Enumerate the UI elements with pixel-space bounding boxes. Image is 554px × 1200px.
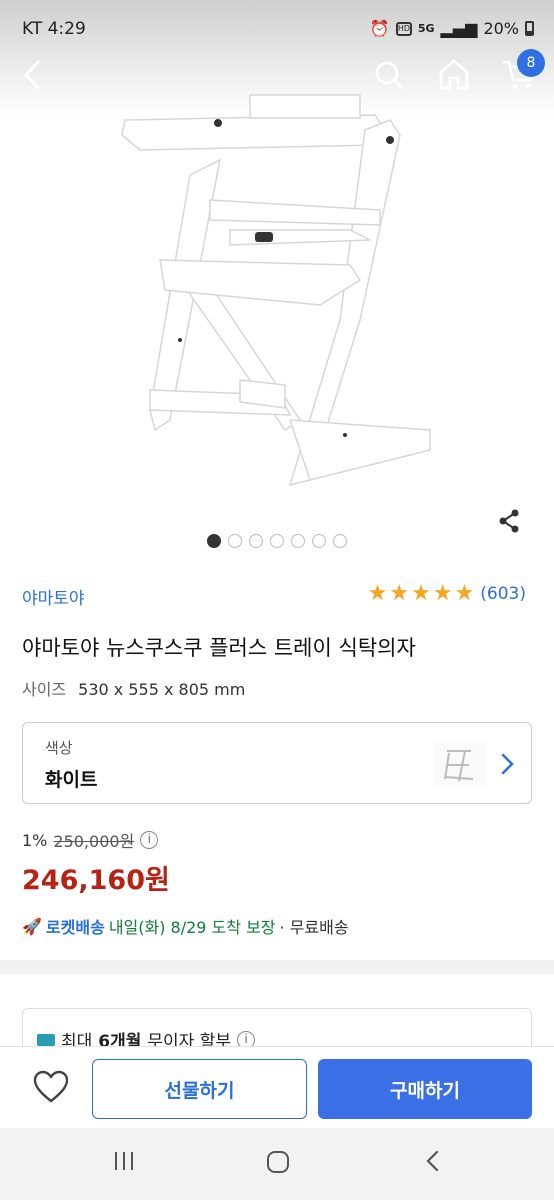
review-count[interactable]: (603) (480, 584, 526, 604)
original-price: 250,000원 (53, 832, 135, 851)
brand-link[interactable]: 야마토야 (22, 584, 85, 609)
status-bar: KT 4:29 ⏰ HD 5G ▂▄▆ 20% (0, 0, 554, 60)
option-value: 화이트 (45, 769, 98, 791)
system-back-icon[interactable] (424, 1148, 442, 1174)
chevron-right-icon (501, 753, 514, 775)
alarm-icon: ⏰ (369, 19, 390, 38)
gallery-dot[interactable] (270, 534, 284, 548)
battery-percent: 20% (483, 19, 519, 38)
high-chair-image (121, 94, 431, 487)
product-title: 야마토야 뉴스쿠스쿠 플러스 트레이 식탁의자 (22, 636, 416, 660)
size-value: 530 x 555 x 805 mm (78, 680, 246, 699)
battery-icon (525, 21, 534, 36)
search-icon[interactable] (372, 58, 406, 92)
discount-rate: 1% (22, 830, 48, 850)
signal-icon: ▂▄▆ (440, 19, 478, 38)
buy-button[interactable]: 구매하기 (318, 1059, 532, 1119)
heart-icon[interactable] (32, 1069, 70, 1105)
gallery-dot[interactable] (312, 534, 326, 548)
gallery-dot[interactable] (333, 534, 347, 548)
home-button-icon[interactable] (266, 1150, 290, 1174)
option-thumbnail (435, 741, 485, 787)
system-navigation-bar (0, 1128, 554, 1200)
product-image-gallery[interactable]: 8 (0, 0, 554, 560)
info-icon[interactable]: i (140, 831, 159, 849)
carrier-time: KT 4:29 (22, 19, 86, 39)
delivery-info: 🚀 로켓배송 내일(화) 8/29 도착 보장 · 무료배송 (22, 914, 349, 938)
star-icon: ★ (389, 581, 410, 606)
discount-row: 1% 250,000원 i (22, 828, 159, 852)
product-size: 사이즈 530 x 555 x 805 mm (22, 676, 245, 700)
back-arrow-icon[interactable] (18, 58, 48, 92)
rocket-delivery-label: 로켓배송 (45, 918, 105, 937)
star-icon: ★ (454, 581, 475, 606)
network-label: 5G (417, 22, 435, 35)
delivery-date: 내일(화) 8/29 도착 보장 (108, 918, 276, 937)
gallery-pagination (0, 534, 554, 550)
card-icon (37, 1033, 55, 1046)
gallery-dot[interactable] (228, 534, 242, 548)
gallery-dot[interactable] (291, 534, 305, 548)
product-detail-screen: 8 KT 4:29 ⏰ HD 5G ▂▄▆ 20% 야마토야 ★ ★ ★ ★ ★… (0, 0, 554, 1200)
color-option-selector[interactable]: 색상 화이트 (22, 722, 532, 804)
product-rating[interactable]: ★ ★ ★ ★ ★ (603) (368, 582, 526, 606)
gallery-dot[interactable] (249, 534, 263, 548)
sale-price: 246,160원 (22, 865, 170, 896)
star-icon: ★ (432, 581, 453, 606)
purchase-action-bar: 선물하기 구매하기 (0, 1046, 554, 1128)
gallery-dot[interactable] (207, 534, 221, 548)
option-label: 색상 (45, 739, 73, 757)
size-label: 사이즈 (22, 680, 67, 699)
section-divider (0, 960, 554, 974)
hd-icon: HD (395, 21, 412, 36)
home-icon[interactable] (436, 56, 472, 92)
recents-icon[interactable] (112, 1150, 136, 1172)
star-icon: ★ (367, 581, 388, 606)
share-icon[interactable] (494, 506, 524, 536)
free-shipping: · 무료배송 (279, 918, 349, 937)
rocket-icon: 🚀 (22, 916, 42, 936)
gift-button[interactable]: 선물하기 (92, 1059, 307, 1119)
star-icon: ★ (411, 581, 431, 606)
